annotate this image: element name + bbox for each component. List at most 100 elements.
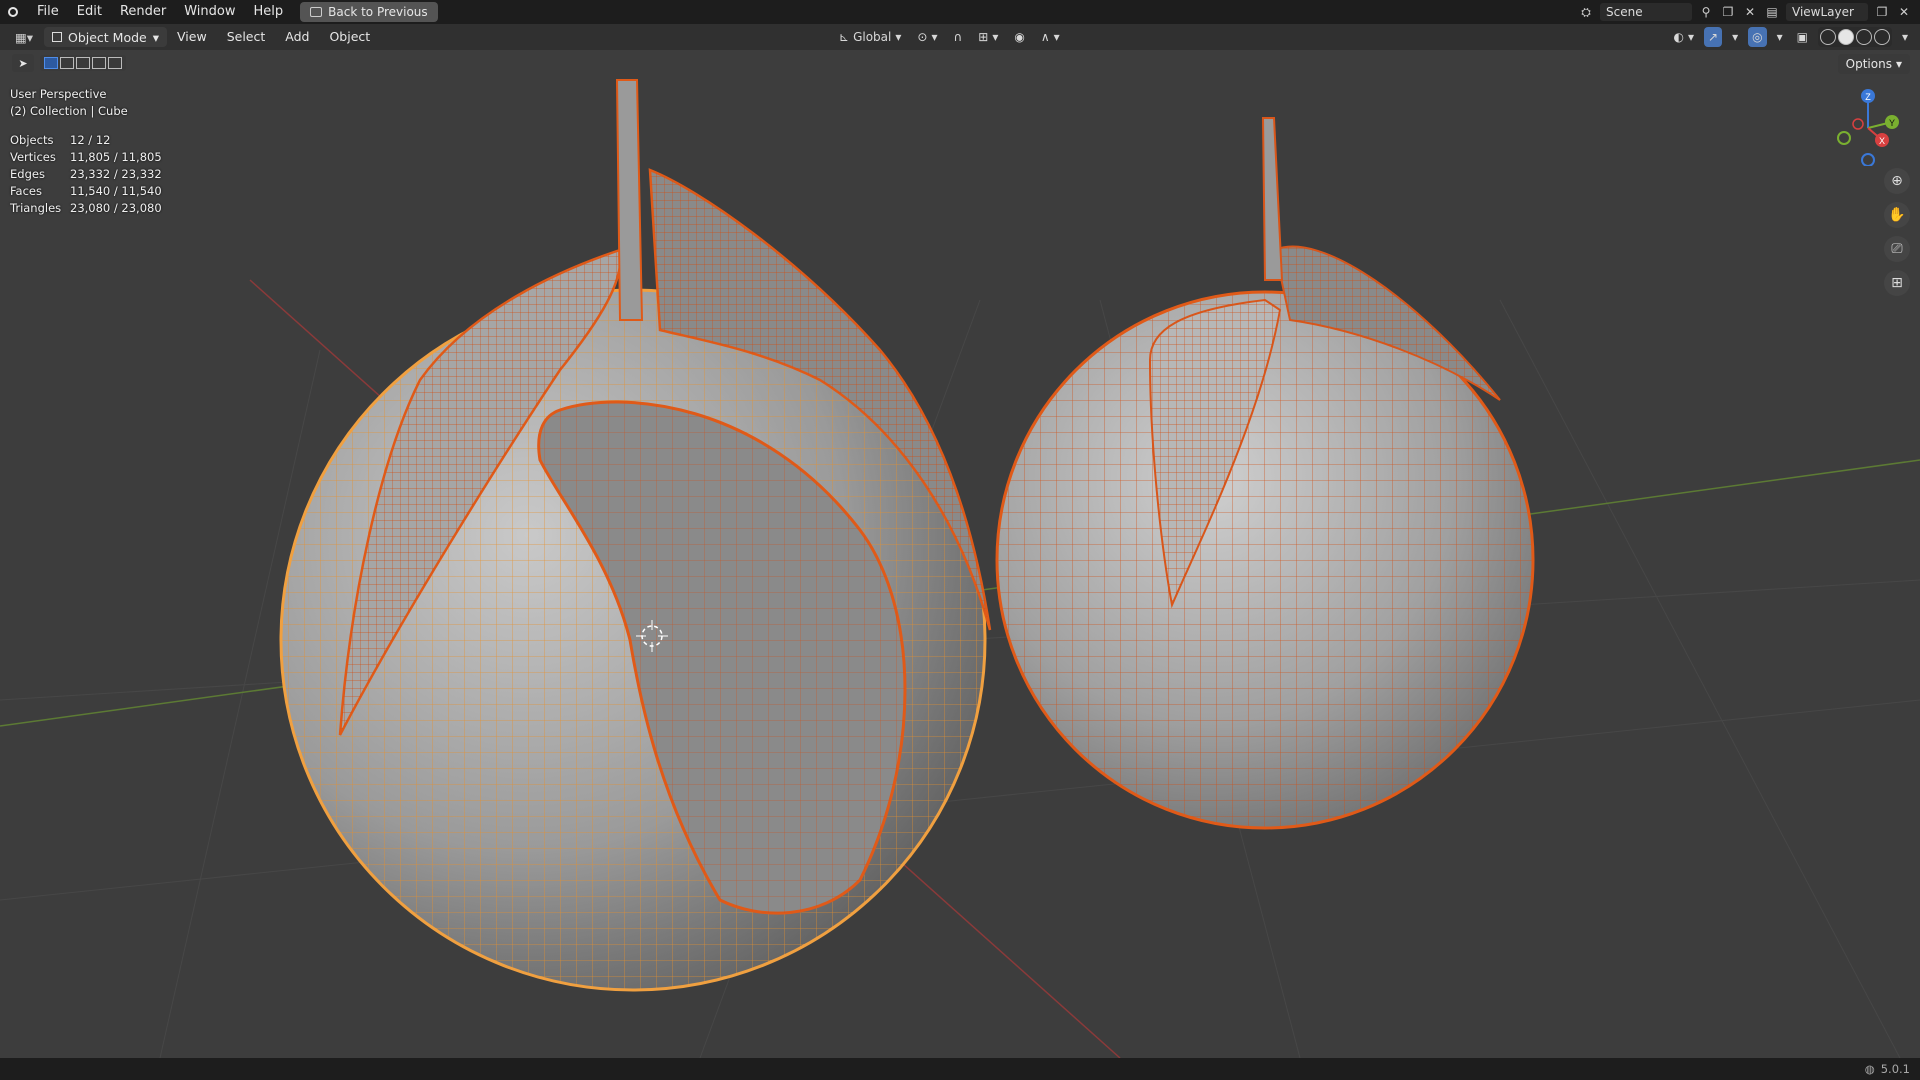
stat-row-objects: Objects 12 / 12 <box>10 132 162 149</box>
gizmo-dropdown[interactable]: ▾ <box>1728 27 1742 47</box>
rendered-shading-button[interactable] <box>1873 29 1890 45</box>
eye-icon: ◐ <box>1673 30 1684 44</box>
stat-row-faces: Faces 11,540 / 11,540 <box>10 183 162 200</box>
ortho-grid-icon[interactable]: ⊞ <box>1884 270 1910 296</box>
selection-mode-group <box>40 55 126 71</box>
globe-icon: ◍ <box>1864 1062 1875 1076</box>
header-menu-select[interactable]: Select <box>217 24 276 50</box>
top-right-controls: ⛭ Scene ⚲ ❐ ✕ ▤ ViewLayer ❐ ✕ <box>1578 0 1920 24</box>
chevron-down-icon: ▾ <box>931 30 938 44</box>
magnet-icon: ∩ <box>953 30 963 44</box>
pan-hand-icon[interactable]: ✋ <box>1884 202 1910 228</box>
chevron-down-icon: ▾ <box>152 29 160 45</box>
header-menu-object[interactable]: Object <box>319 24 380 50</box>
viewport-info-overlay: User Perspective (2) Collection | Cube O… <box>10 86 162 217</box>
chevron-down-icon: ▾ <box>895 30 902 44</box>
menu-help[interactable]: Help <box>245 0 293 24</box>
menu-render[interactable]: Render <box>111 0 175 24</box>
options-dropdown[interactable]: Options ▾ <box>1837 54 1910 74</box>
select-extend-button[interactable] <box>60 57 74 69</box>
back-to-previous-label: Back to Previous <box>328 5 428 19</box>
solid-shading-button[interactable] <box>1837 29 1854 45</box>
snap-target-dropdown[interactable]: ⊞ ▾ <box>974 27 1002 47</box>
stat-label: Objects <box>10 133 54 147</box>
pivot-dropdown[interactable]: ⊙ ▾ <box>913 27 941 47</box>
version-info: ◍ 5.0.1 <box>1865 1062 1910 1076</box>
scene-name: Scene <box>1606 5 1643 19</box>
viewport-scene <box>0 79 1920 1058</box>
select-new-button[interactable] <box>44 57 58 69</box>
overlays-icon: ◎ <box>1752 30 1763 44</box>
pivot-icon: ⊙ <box>917 30 928 44</box>
gizmo-x-label: X <box>1879 136 1885 146</box>
editor-type-selector[interactable]: ▦▾ <box>10 27 38 47</box>
back-to-previous-button[interactable]: Back to Previous <box>300 2 438 22</box>
orientation-dropdown[interactable]: ⊾ Global ▾ <box>835 27 905 47</box>
gizmo-toggle[interactable]: ↗ <box>1704 27 1723 47</box>
options-label: Options <box>1845 57 1892 71</box>
select-intersect-button[interactable] <box>108 57 122 69</box>
stat-row-triangles: Triangles 23,080 / 23,080 <box>10 200 162 217</box>
select-subtract-button[interactable] <box>76 57 90 69</box>
pin-icon[interactable]: ⚲ <box>1698 4 1714 20</box>
overlays-dropdown[interactable]: ▾ <box>1773 27 1787 47</box>
view-layer-icon[interactable]: ▤ <box>1764 4 1780 20</box>
cursor-arrow-icon: ➤ <box>18 56 28 70</box>
version-label: 5.0.1 <box>1880 1062 1910 1076</box>
gizmo-neg-z-axis[interactable] <box>1861 153 1875 167</box>
snap-toggle[interactable]: ∩ <box>949 27 966 47</box>
select-tool-button[interactable]: ➤ <box>12 54 34 72</box>
view-name: User Perspective <box>10 87 107 101</box>
stat-value: 12 / 12 <box>70 133 111 147</box>
falloff-dropdown[interactable]: ∧ ▾ <box>1037 27 1064 47</box>
gizmo-neg-y-axis[interactable] <box>1837 131 1851 145</box>
delete-scene-icon[interactable]: ✕ <box>1742 4 1758 20</box>
navigation-gizmo[interactable]: Z Y X <box>1830 86 1906 167</box>
chevron-down-icon: ▾ <box>1053 30 1060 44</box>
gizmo-y-label: Y <box>1889 118 1895 128</box>
screen-icon <box>310 7 323 17</box>
axis-gizmo-graphic: Z Y X <box>1837 89 1899 167</box>
scene-icon[interactable]: ⛭ <box>1578 4 1594 20</box>
material-shading-button[interactable] <box>1855 29 1872 45</box>
snap-grid-icon: ⊞ <box>978 30 989 44</box>
camera-view-icon[interactable]: ⎚ <box>1884 236 1910 262</box>
overlays-toggle[interactable]: ◎ <box>1748 27 1767 47</box>
viewport-navigation-buttons: ⊕ ✋ ⎚ ⊞ <box>1884 168 1910 296</box>
stat-label: Faces <box>10 184 42 198</box>
wireframe-shading-button[interactable] <box>1819 29 1836 45</box>
header-menu-add[interactable]: Add <box>275 24 319 50</box>
left-fruit-mesh <box>279 79 992 992</box>
stat-label: Edges <box>10 167 45 181</box>
viewport-header: ▦▾ Object Mode ▾ View Select Add Object … <box>0 24 1920 50</box>
stat-value: 11,805 / 11,805 <box>70 150 162 164</box>
orientation-icon: ⊾ <box>839 30 850 44</box>
xray-icon: ▣ <box>1796 30 1808 44</box>
proportional-icon: ◉ <box>1014 30 1025 44</box>
shading-mode-group <box>1817 27 1892 47</box>
scene-statistics: Objects 12 / 12 Vertices 11,805 / 11,805 E… <box>10 132 162 217</box>
view-layer-selector[interactable]: ViewLayer <box>1786 3 1868 21</box>
xray-toggle[interactable]: ▣ <box>1793 27 1812 47</box>
new-scene-icon[interactable]: ❐ <box>1720 4 1736 20</box>
zoom-icon[interactable]: ⊕ <box>1884 168 1910 194</box>
proportional-edit-toggle[interactable]: ◉ <box>1010 27 1028 47</box>
new-view-layer-icon[interactable]: ❐ <box>1874 4 1890 20</box>
delete-view-layer-icon[interactable]: ✕ <box>1896 4 1912 20</box>
header-menu-view[interactable]: View <box>167 24 217 50</box>
shading-dropdown[interactable]: ▾ <box>1898 27 1912 47</box>
select-difference-button[interactable] <box>92 57 106 69</box>
scene-selector[interactable]: Scene <box>1600 3 1692 21</box>
object-mode-dropdown[interactable]: Object Mode ▾ <box>44 27 168 47</box>
chevron-down-icon: ▾ <box>1732 30 1739 44</box>
view-layer-name: ViewLayer <box>1792 5 1854 19</box>
3d-viewport[interactable] <box>0 50 1920 1058</box>
blender-logo-icon[interactable] <box>6 5 20 19</box>
top-menubar: File Edit Render Window Help Back to Pre… <box>0 0 1920 24</box>
menu-edit[interactable]: Edit <box>68 0 111 24</box>
menu-file[interactable]: File <box>28 0 68 24</box>
chevron-down-icon: ▾ <box>992 30 999 44</box>
gizmo-neg-x-axis[interactable] <box>1852 118 1864 130</box>
menu-window[interactable]: Window <box>175 0 244 24</box>
visibility-dropdown[interactable]: ◐ ▾ <box>1670 27 1699 47</box>
